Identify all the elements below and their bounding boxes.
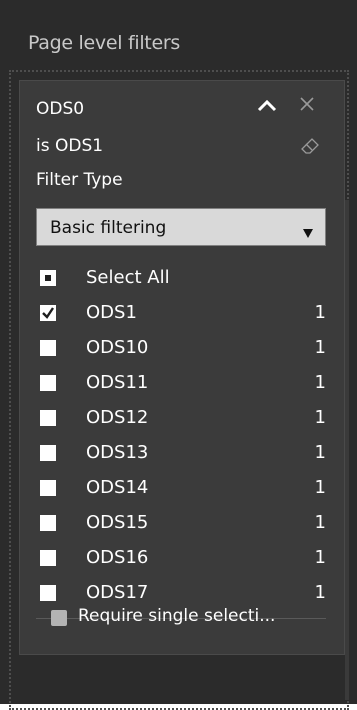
item-checkbox[interactable] (40, 585, 56, 601)
item-checkbox[interactable] (40, 550, 56, 566)
item-label: ODS13 (86, 442, 149, 463)
item-label: ODS12 (86, 407, 149, 428)
item-count: 1 (314, 477, 326, 498)
item-checkbox[interactable] (40, 340, 56, 356)
item-count: 1 (314, 407, 326, 428)
item-count: 1 (314, 302, 326, 323)
list-item[interactable]: ODS1 1 (36, 296, 326, 331)
list-item[interactable]: ODS12 1 (36, 401, 326, 436)
item-checkbox[interactable] (40, 410, 56, 426)
triangle-down-icon (303, 223, 313, 238)
item-count: 1 (314, 372, 326, 393)
item-checkbox[interactable] (40, 445, 56, 461)
item-label: ODS14 (86, 477, 149, 498)
select-all-checkbox[interactable] (40, 270, 56, 286)
scrollbar-track[interactable] (345, 200, 349, 700)
item-count: 1 (314, 582, 326, 603)
filter-type-value: Basic filtering (50, 218, 167, 238)
select-all-label: Select All (86, 267, 170, 288)
filter-type-dropdown[interactable]: Basic filtering (36, 208, 326, 246)
require-single-selection-checkbox[interactable] (51, 610, 67, 626)
eraser-icon[interactable] (300, 136, 320, 154)
item-label: ODS16 (86, 547, 149, 568)
filter-condition: is ODS1 (36, 136, 104, 156)
item-label: ODS15 (86, 512, 149, 533)
item-checkbox[interactable] (40, 480, 56, 496)
filters-pane: Page level filters ODS0 is ODS1 Filter T… (0, 0, 357, 710)
item-label: ODS17 (86, 582, 149, 603)
checkmark-icon (42, 307, 54, 319)
chevron-up-icon[interactable] (256, 97, 278, 113)
require-single-selection-label: Require single selecti... (78, 606, 276, 626)
partial-select-indicator (45, 275, 51, 281)
item-count: 1 (314, 442, 326, 463)
item-label: ODS11 (86, 372, 149, 393)
select-all-row[interactable]: Select All (36, 261, 326, 296)
item-checkbox[interactable] (40, 515, 56, 531)
list-item[interactable]: ODS11 1 (36, 366, 326, 401)
filter-field-name: ODS0 (36, 99, 85, 119)
item-count: 1 (314, 512, 326, 533)
list-item[interactable]: ODS10 1 (36, 331, 326, 366)
require-single-selection-option[interactable]: Require single selecti... (16, 604, 336, 634)
list-item[interactable]: ODS14 1 (36, 471, 326, 506)
filter-type-label: Filter Type (36, 170, 123, 190)
item-count: 1 (314, 337, 326, 358)
list-item[interactable]: ODS15 1 (36, 506, 326, 541)
list-item[interactable]: ODS16 1 (36, 541, 326, 576)
filter-card: ODS0 is ODS1 Filter Type Basic filtering (19, 80, 345, 655)
item-checkbox[interactable] (40, 305, 56, 321)
list-item[interactable]: ODS13 1 (36, 436, 326, 471)
close-icon[interactable] (298, 95, 316, 113)
item-checkbox[interactable] (40, 375, 56, 391)
item-label: ODS10 (86, 337, 149, 358)
item-label: ODS1 (86, 302, 137, 323)
item-count: 1 (314, 547, 326, 568)
pane-title: Page level filters (28, 32, 180, 54)
